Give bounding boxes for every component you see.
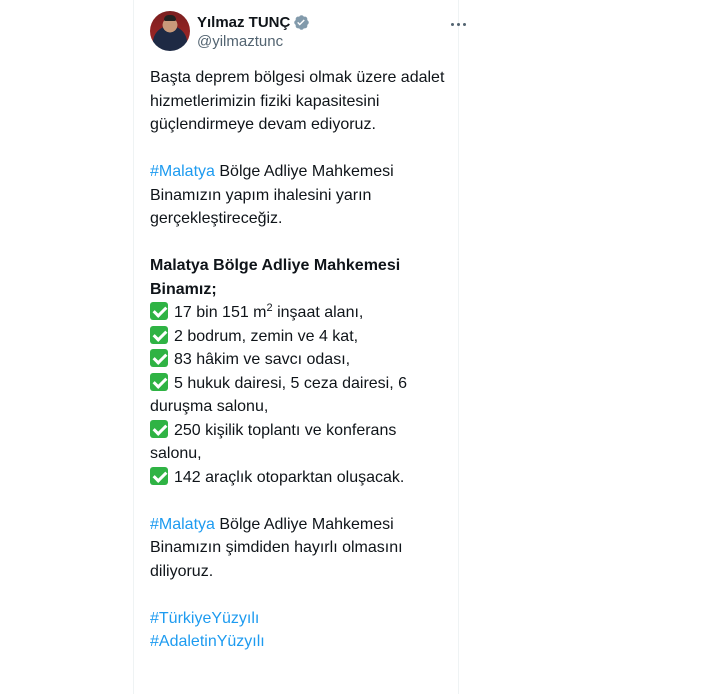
hashtags: #TürkiyeYüzyılı #AdaletinYüzyılı [150,607,450,654]
check-mark-icon [150,372,168,391]
check-mark-icon [150,302,168,320]
author-display-name[interactable]: Yılmaz TUNÇ [197,14,290,31]
tweet-paragraph-2: #Malatya Bölge Adliye Mahkemesi Binamızı… [150,160,450,231]
list-item: 250 kişilik toplantı ve konferans salonu… [150,419,450,466]
author-name-row: Yılmaz TUNÇ [197,12,310,32]
author-handle[interactable]: @yilmaztunc [197,33,283,50]
list-item-text: 142 araçlık otoparktan oluşacak. [174,468,405,486]
tweet-text: Başta deprem bölgesi olmak üzere adalet … [150,66,450,654]
list-item: 5 hukuk dairesi, 5 ceza dairesi, 6 duruş… [150,372,450,419]
check-mark-icon [150,325,168,344]
tweet: Yılmaz TUNÇ @yilmaztunc Başta deprem böl… [133,0,466,694]
list-item: 142 araçlık otoparktan oluşacak. [150,466,450,490]
hashtag-malatya[interactable]: #Malatya [150,516,215,533]
list-item: 83 hâkim ve savcı odası, [150,348,450,372]
avatar[interactable] [150,11,190,51]
list-item-text: 5 hukuk dairesi, 5 ceza dairesi, 6 duruş… [150,374,408,416]
hashtag-adaletin-yuzyili[interactable]: #AdaletinYüzyılı [150,630,450,654]
tweet-header: Yılmaz TUNÇ @yilmaztunc [150,11,466,53]
hashtag-turkiye-yuzyili[interactable]: #TürkiyeYüzyılı [150,607,450,631]
check-mark-icon [150,419,168,438]
verified-badge-icon [294,14,310,30]
feature-list-title: Malatya Bölge Adliye Mahkemesi Binamız; [150,257,401,298]
hashtag-malatya[interactable]: #Malatya [150,163,215,180]
list-item-text: inşaat alanı, [272,304,364,321]
tweet-paragraph-1: Başta deprem bölgesi olmak üzere adalet … [150,69,445,133]
list-item-text: 250 kişilik toplantı ve konferans salonu… [150,421,397,463]
list-item: 2 bodrum, zemin ve 4 kat, [150,325,450,349]
check-mark-icon [150,466,168,485]
list-item-text: 17 bin 151 m [174,304,267,321]
feature-list: Malatya Bölge Adliye Mahkemesi Binamız; … [150,254,450,489]
more-options-icon[interactable] [446,15,470,33]
list-item-text: 2 bodrum, zemin ve 4 kat, [174,327,359,345]
list-item: 17 bin 151 m2 inşaat alanı, [150,301,450,325]
check-mark-icon [150,349,168,367]
tweet-paragraph-4: #Malatya Bölge Adliye Mahkemesi Binamızı… [150,513,450,584]
list-item-text: 83 hâkim ve savcı odası, [174,351,351,368]
